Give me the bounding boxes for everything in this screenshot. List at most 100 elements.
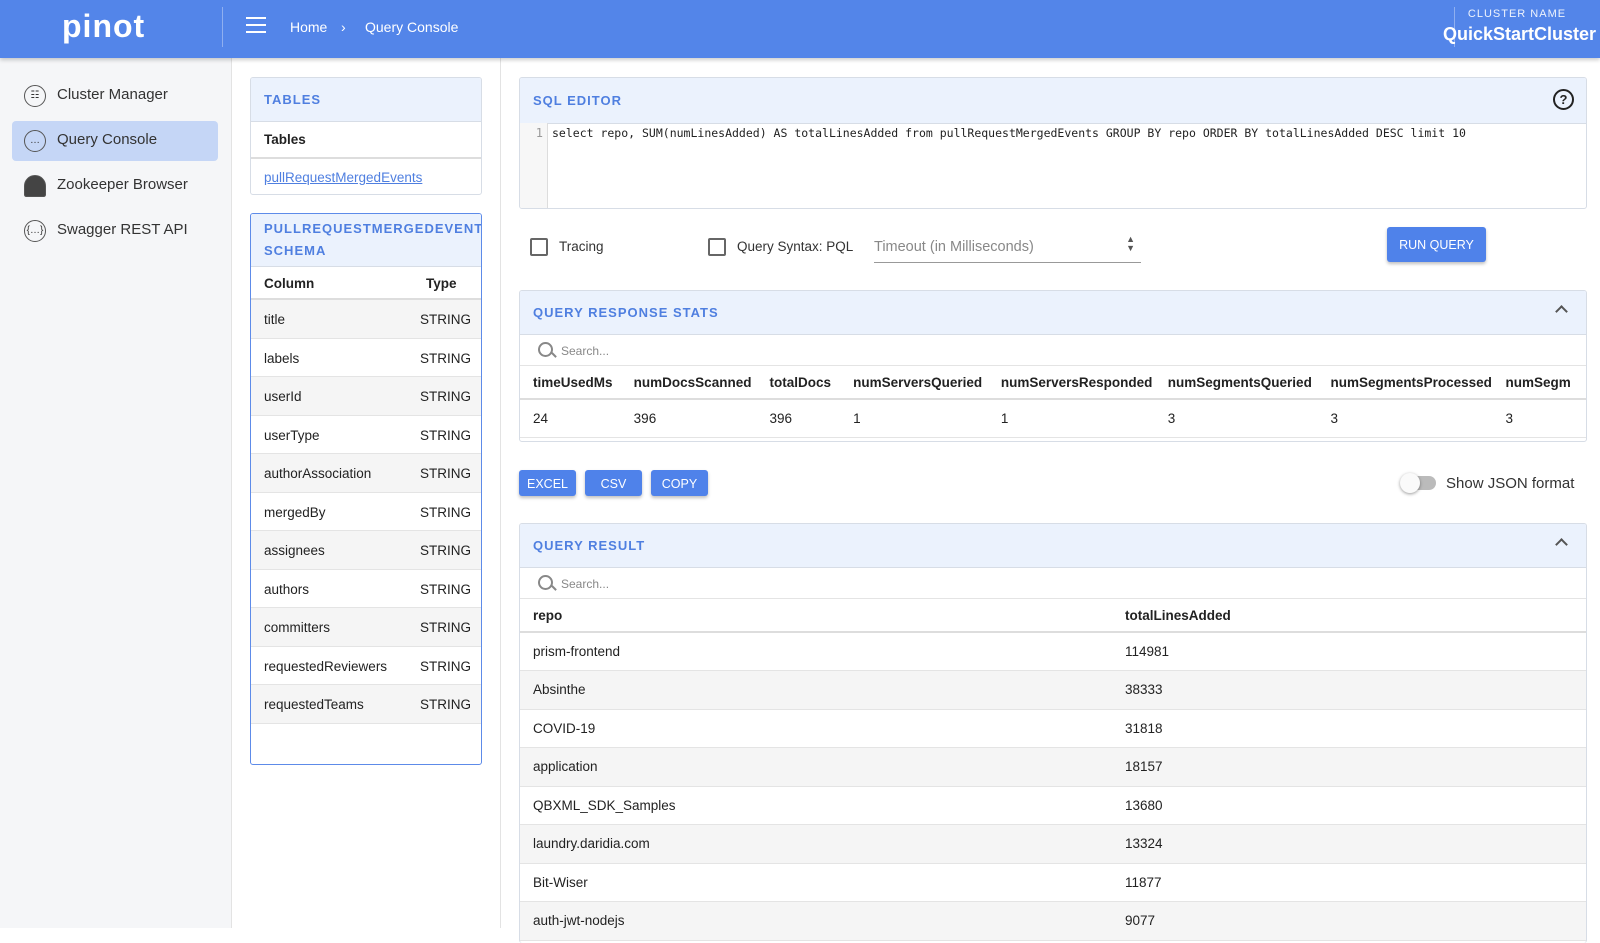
csv-button[interactable]: CSV <box>585 470 642 496</box>
column-type: STRING <box>419 581 471 597</box>
schema-row: authorAssociation STRING <box>251 454 481 493</box>
result-cell: Absinthe <box>520 670 1112 710</box>
column-name: userId <box>264 389 302 404</box>
column-type: STRING <box>419 504 471 520</box>
tracing-checkbox[interactable] <box>530 238 548 256</box>
result-column-header[interactable]: totalLinesAdded <box>1112 599 1586 633</box>
stats-column-header[interactable]: totalDocs <box>756 366 841 400</box>
panel-title: PULLREQUESTMERGEDEVENTS SCHEMA <box>251 214 481 267</box>
result-cell: QBXML_SDK_Samples <box>520 786 1112 825</box>
tables-panel: TABLES Tables pullRequestMergedEvents <box>250 77 482 195</box>
stats-column-header[interactable]: numSegm <box>1492 366 1586 400</box>
column-type: STRING <box>419 312 471 327</box>
stats-cell: 396 <box>756 399 841 438</box>
query-stats-panel: QUERY RESPONSE STATS Search... timeUsedM… <box>519 290 1587 442</box>
chevron-right-icon: › <box>341 19 346 35</box>
column-type: STRING <box>419 658 471 674</box>
result-cell: auth-jwt-nodejs <box>520 901 1112 941</box>
sidebar-item-query-console[interactable]: … Query Console <box>12 121 218 161</box>
result-cell: 13680 <box>1112 786 1586 825</box>
column-name: requestedReviewers <box>264 658 388 674</box>
table-link[interactable]: pullRequestMergedEvents <box>251 159 481 194</box>
table-row: auth-jwt-nodejs 9077 <box>520 901 1586 941</box>
sidebar-item-cluster-manager[interactable]: ☷ Cluster Manager <box>12 76 218 116</box>
column-type: STRING <box>419 427 471 443</box>
schema-row: userType STRING <box>251 416 481 454</box>
query-icon: … <box>24 130 46 152</box>
schema-panel: PULLREQUESTMERGEDEVENTS SCHEMA Column Typ… <box>250 213 482 765</box>
pinot-logo[interactable]: pinot <box>62 8 145 45</box>
column-name: title <box>264 312 286 327</box>
stats-column-header[interactable]: timeUsedMs <box>520 366 621 400</box>
excel-button[interactable]: EXCEL <box>519 470 576 496</box>
timeout-input[interactable]: Timeout (in Milliseconds) ▲ ▼ <box>874 229 1141 263</box>
tables-header: Tables <box>251 122 481 159</box>
result-cell: application <box>520 747 1112 787</box>
cluster-icon: ☷ <box>24 85 46 107</box>
result-cell: 38333 <box>1112 670 1586 710</box>
column-type: STRING <box>419 697 471 712</box>
column-name: committers <box>264 620 331 635</box>
sql-query-input[interactable]: select repo, SUM(numLinesAdded) AS total… <box>552 126 1466 140</box>
stats-column-header[interactable]: numSegmentsQueried <box>1154 366 1318 400</box>
table-row: Absinthe 38333 <box>520 670 1586 710</box>
stats-cell: 1 <box>987 399 1155 438</box>
result-cell: 11877 <box>1112 863 1586 902</box>
panel-title: QUERY RESPONSE STATS <box>520 291 1586 335</box>
stats-column-header[interactable]: numServersResponded <box>987 366 1155 400</box>
stats-cell: 396 <box>620 399 757 438</box>
schema-row: authors STRING <box>251 570 481 608</box>
table-row: Bit-Wiser 11877 <box>520 863 1586 902</box>
stats-cell: 3 <box>1492 399 1586 438</box>
breadcrumb-home[interactable]: Home <box>290 19 327 35</box>
stats-column-header[interactable]: numSegmentsProcessed <box>1317 366 1493 400</box>
schema-row: mergedBy STRING <box>251 493 481 531</box>
swagger-icon: {…} <box>24 220 46 242</box>
result-cell: COVID-19 <box>520 709 1112 748</box>
query-result-panel: QUERY RESULT Search... repo totalLinesAdd… <box>519 523 1587 943</box>
schema-row: requestedReviewers STRING <box>251 647 481 685</box>
result-column-header[interactable]: repo <box>520 599 1112 633</box>
schema-row: title STRING <box>251 300 481 339</box>
column-name: userType <box>264 427 320 443</box>
cluster-name: QuickStartCluster <box>1442 24 1596 44</box>
table-row: application 18157 <box>520 747 1586 787</box>
result-table: repo totalLinesAdded prism-frontend 114981 A… <box>520 599 1586 941</box>
result-cell: Bit-Wiser <box>520 863 1112 902</box>
run-query-button[interactable]: RUN QUERY <box>1387 227 1486 262</box>
stats-search-input[interactable]: Search... <box>520 335 1586 366</box>
table-row: prism-frontend 114981 <box>520 632 1586 671</box>
column-name: authors <box>264 581 310 597</box>
cluster-label: CLUSTER NAME <box>1467 8 1567 20</box>
stats-cell: 1 <box>840 399 988 438</box>
panel-title: QUERY RESULT <box>520 524 1586 568</box>
schema-rows: title STRING labels STRING userId STRING userT… <box>251 300 481 724</box>
pql-label: Query Syntax: PQL <box>737 239 854 254</box>
table-row: QBXML_SDK_Samples 13680 <box>520 786 1586 825</box>
number-spinner-icon[interactable]: ▲ ▼ <box>1126 235 1135 253</box>
schema-header: Column Type <box>251 267 481 300</box>
column-name: requestedTeams <box>264 697 364 712</box>
sidebar-item-zookeeper-browser[interactable]: Zookeeper Browser <box>12 166 218 206</box>
result-search-input[interactable]: Search... <box>520 568 1586 599</box>
stats-cell: 24 <box>520 399 621 438</box>
zookeeper-icon <box>24 175 46 197</box>
result-cell: prism-frontend <box>520 632 1112 671</box>
hamburger-menu-icon[interactable] <box>246 17 266 33</box>
breadcrumb-current: Query Console <box>365 19 459 35</box>
column-type: STRING <box>419 620 471 635</box>
line-number: 1 <box>520 123 548 208</box>
json-format-toggle[interactable] <box>1400 473 1436 493</box>
table-row: COVID-19 31818 <box>520 709 1586 748</box>
pql-checkbox[interactable] <box>708 238 726 256</box>
stats-column-header[interactable]: numDocsScanned <box>620 366 757 400</box>
copy-button[interactable]: COPY <box>651 470 708 496</box>
stats-column-header[interactable]: numServersQueried <box>840 366 988 400</box>
sidebar-item-swagger-rest-api[interactable]: {…} Swagger REST API <box>12 211 218 251</box>
top-bar: pinot Home › Query Console CLUSTER NAME … <box>0 0 1600 58</box>
help-circle-icon[interactable]: ? <box>1553 89 1574 110</box>
panel-title: SQL EDITOR <box>520 78 1586 124</box>
stats-cell: 3 <box>1154 399 1318 438</box>
tables-column: TABLES Tables pullRequestMergedEvents PU… <box>232 58 501 928</box>
panel-title: TABLES <box>251 78 481 122</box>
